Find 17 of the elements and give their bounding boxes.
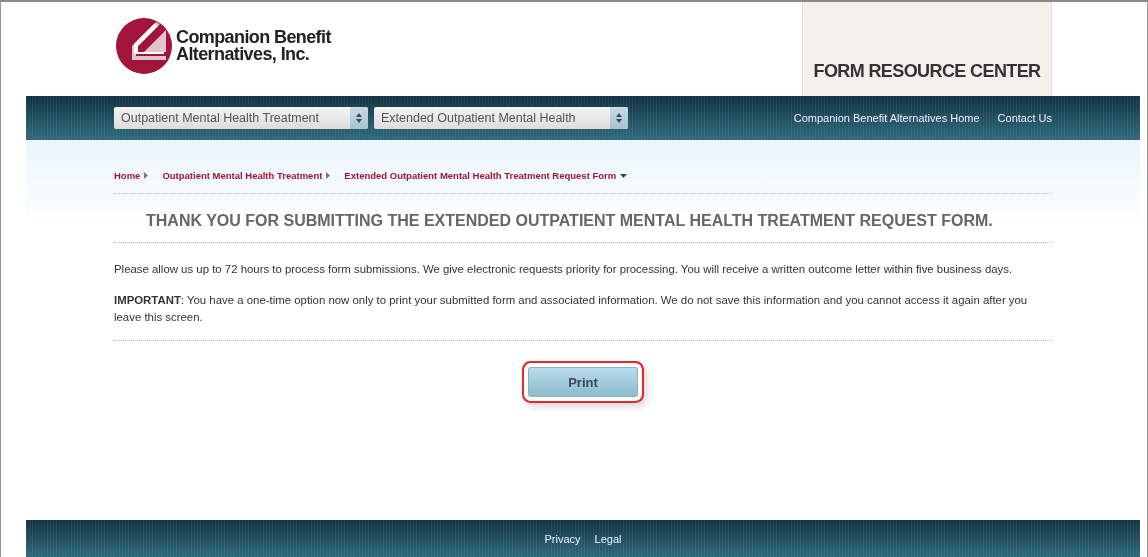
nav-link[interactable]: Contact Us	[997, 112, 1052, 124]
breadcrumb-link[interactable]: Home	[114, 170, 149, 181]
nav-link[interactable]: Companion Benefit Alternatives Home	[793, 112, 980, 124]
dropdown-select[interactable]: Outpatient Mental Health Treatment	[114, 107, 368, 129]
breadcrumb-link[interactable]: Extended Outpatient Mental Health Treatment Request Form	[344, 170, 628, 181]
info-paragraph: Please allow us up to 72 hours to process form submissions. We give electronic requests priority for processing. You will receive a written outcome letter within five business days.	[114, 262, 1014, 277]
info-paragraph: IMPORTANT: You have a one-time option now only to print your submitted form and associated information. We do not save this information and you cannot access it again after you leave this screen.	[114, 293, 1029, 325]
company-logo-text: Companion Benefit Alternatives, Inc.	[176, 29, 331, 63]
breadcrumb-link[interactable]: Outpatient Mental Health Treatment	[162, 170, 331, 181]
footer-link[interactable]: Legal	[594, 532, 622, 545]
footer-link[interactable]: Privacy	[544, 532, 581, 545]
logo-icon	[114, 16, 174, 76]
confirmation-heading: THANK YOU FOR SUBMITTING THE EXTENDED OUTPATIENT MENTAL HEALTH TREATMENT REQUEST FORM.	[114, 194, 1052, 243]
dropdown-select[interactable]: Extended Outpatient Mental Health	[374, 107, 628, 129]
spinner-arrows-icon	[615, 112, 623, 124]
spinner-arrows-icon	[355, 112, 363, 124]
section-title: FORM RESOURCE CENTER	[802, 2, 1052, 96]
